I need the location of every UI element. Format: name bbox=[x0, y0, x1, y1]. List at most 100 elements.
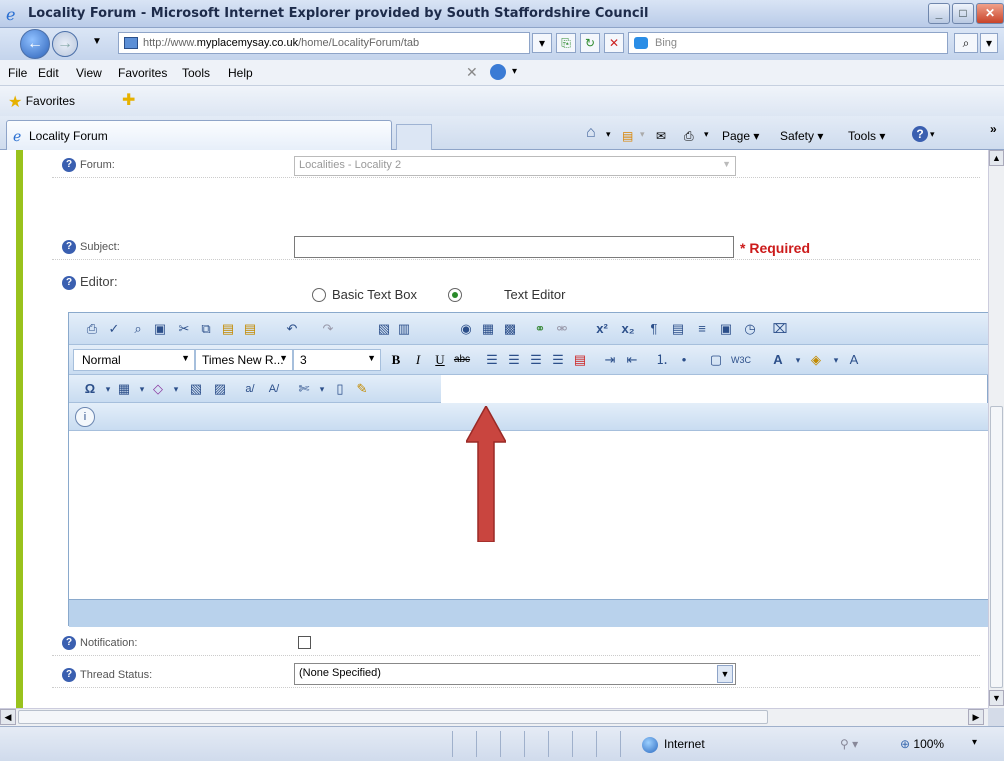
template-icon[interactable]: ▦ bbox=[479, 320, 497, 338]
unlink-icon[interactable]: ⚮ bbox=[553, 320, 571, 338]
table-icon[interactable]: ▦ bbox=[115, 380, 133, 398]
select-all-icon[interactable]: ▣ bbox=[151, 320, 169, 338]
size-select[interactable]: 3 ▼ bbox=[293, 349, 381, 371]
new-tab-button[interactable] bbox=[396, 124, 432, 150]
home-dropdown-icon[interactable]: ▾ bbox=[606, 129, 611, 140]
url-field[interactable]: http://www.myplacemysay.co.uk/home/Local… bbox=[118, 32, 530, 54]
scroll-left-icon[interactable]: ◀ bbox=[0, 709, 16, 725]
scroll-up-icon[interactable]: ▲ bbox=[989, 150, 1004, 166]
print-icon[interactable]: ⎙ bbox=[684, 129, 694, 144]
scroll-right-icon[interactable]: ▶ bbox=[968, 709, 984, 725]
editor-content-area[interactable] bbox=[69, 431, 988, 599]
close-button[interactable]: ✕ bbox=[976, 3, 1004, 24]
doc-manager-icon[interactable]: ▯ bbox=[331, 380, 349, 398]
search-icon[interactable]: ⌕ bbox=[954, 33, 978, 53]
align-right-icon[interactable]: ☰ bbox=[527, 351, 545, 369]
undo-icon[interactable]: ↶ bbox=[283, 320, 301, 338]
forward-button[interactable]: → bbox=[52, 31, 78, 57]
stop-icon[interactable]: ✕ bbox=[604, 33, 624, 53]
highlight-icon[interactable]: ◈ bbox=[807, 351, 825, 369]
convert-upper-icon[interactable]: A/ bbox=[265, 380, 283, 398]
notification-checkbox[interactable] bbox=[298, 636, 311, 649]
basic-text-radio[interactable] bbox=[312, 288, 326, 302]
superscript-icon[interactable]: x² bbox=[593, 320, 611, 338]
more-commands-icon[interactable]: » bbox=[990, 122, 997, 136]
align-none-icon[interactable]: ▤ bbox=[571, 351, 589, 369]
hscroll-thumb[interactable] bbox=[18, 710, 768, 724]
spellcheck-icon[interactable]: ✓ bbox=[105, 320, 123, 338]
font-color-dropdown-icon[interactable]: ▾ bbox=[789, 351, 807, 369]
chevron-down-icon[interactable]: ▾ bbox=[512, 66, 517, 77]
help-icon[interactable]: ? bbox=[62, 240, 76, 254]
compatibility-icon[interactable]: ⎘ bbox=[556, 33, 576, 53]
link-icon[interactable]: ⚭ bbox=[531, 320, 549, 338]
strikethrough-icon[interactable]: abc bbox=[453, 351, 471, 369]
paste-icon[interactable]: ▤ bbox=[219, 320, 237, 338]
convert-lower-icon[interactable]: a/ bbox=[241, 380, 259, 398]
scroll-thumb[interactable] bbox=[990, 406, 1003, 688]
menu-view[interactable]: View bbox=[76, 66, 102, 80]
help-icon[interactable]: ? bbox=[912, 126, 928, 142]
add-favorite-icon[interactable]: ✚ bbox=[122, 90, 135, 110]
thread-status-select[interactable]: (None Specified) ▼ bbox=[294, 663, 736, 685]
tab-locality-forum[interactable]: ℯ Locality Forum bbox=[6, 120, 392, 150]
insert-time-icon[interactable]: ◷ bbox=[741, 320, 759, 338]
xhtml-validator-icon[interactable]: W3C bbox=[731, 351, 751, 369]
zoom-control[interactable]: ⊕ 100% bbox=[900, 737, 944, 751]
search-options-icon[interactable]: ▾ bbox=[980, 33, 998, 53]
format-select[interactable]: Normal ▼ bbox=[73, 349, 195, 371]
insert-date-icon[interactable]: ▤ bbox=[669, 320, 687, 338]
format-stripper-icon[interactable]: ⌧ bbox=[771, 320, 789, 338]
help-icon[interactable]: ? bbox=[62, 276, 76, 290]
maximize-button[interactable]: □ bbox=[952, 3, 974, 24]
image-map-icon[interactable]: ▨ bbox=[211, 380, 229, 398]
print-icon[interactable]: ⎙ bbox=[83, 320, 101, 338]
subscript-icon[interactable]: x₂ bbox=[619, 320, 637, 338]
menu-help[interactable]: Help bbox=[228, 66, 253, 80]
font-select[interactable]: Times New R... ▼ bbox=[195, 349, 293, 371]
toggle-border-icon[interactable]: ▢ bbox=[707, 351, 725, 369]
copy-icon[interactable]: ⧉ bbox=[197, 320, 215, 338]
justify-icon[interactable]: ☰ bbox=[549, 351, 567, 369]
feeds-icon[interactable]: ▤ bbox=[622, 129, 633, 143]
outdent-icon[interactable]: ⇤ bbox=[623, 351, 641, 369]
flash-icon[interactable]: ▥ bbox=[395, 320, 413, 338]
bold-icon[interactable]: B bbox=[387, 351, 405, 369]
scroll-down-icon[interactable]: ▼ bbox=[989, 690, 1004, 706]
special-char-icon[interactable]: Ω bbox=[81, 380, 99, 398]
bulleted-list-icon[interactable]: • bbox=[675, 351, 693, 369]
edit-icon[interactable]: ✎ bbox=[353, 380, 371, 398]
menu-tools[interactable]: Tools bbox=[182, 66, 210, 80]
cut-icon[interactable]: ✂ bbox=[175, 320, 193, 338]
snippet-icon[interactable]: ◇ bbox=[149, 380, 167, 398]
indent-icon[interactable]: ⇥ bbox=[601, 351, 619, 369]
image-icon[interactable]: ▧ bbox=[375, 320, 393, 338]
refresh-icon[interactable]: ↻ bbox=[580, 33, 600, 53]
numbered-list-icon[interactable]: ⒈ bbox=[653, 351, 671, 369]
horizontal-scrollbar[interactable]: ◀ ▶ bbox=[0, 708, 988, 726]
menu-favorites[interactable]: Favorites bbox=[118, 66, 167, 80]
print-dropdown-icon[interactable]: ▾ bbox=[704, 129, 709, 140]
help-dropdown-icon[interactable]: ▾ bbox=[930, 129, 935, 140]
safety-menu[interactable]: Safety ▾ bbox=[780, 129, 823, 143]
protected-mode-icon[interactable]: ⚲ ▾ bbox=[840, 737, 858, 751]
paste-options-icon[interactable]: ▤ bbox=[241, 320, 259, 338]
find-icon[interactable]: ⌕ bbox=[129, 320, 147, 338]
mail-icon[interactable]: ✉ bbox=[656, 129, 666, 143]
menu-file[interactable]: File bbox=[8, 66, 27, 80]
align-left-icon[interactable]: ☰ bbox=[483, 351, 501, 369]
module-manager-icon[interactable]: ✄ bbox=[295, 380, 313, 398]
back-button[interactable]: ← bbox=[20, 29, 50, 59]
horizontal-rule-icon[interactable]: ≡ bbox=[693, 320, 711, 338]
favorites-button[interactable]: ★ Favorites bbox=[8, 92, 75, 112]
media-icon[interactable]: ◉ bbox=[457, 320, 475, 338]
highlight-dropdown-icon[interactable]: ▾ bbox=[827, 351, 845, 369]
page-menu[interactable]: Page ▾ bbox=[722, 129, 759, 143]
about-icon[interactable]: i bbox=[75, 407, 95, 427]
help-icon[interactable]: ? bbox=[62, 668, 76, 682]
close-toolbar-icon[interactable]: ✕ bbox=[466, 64, 478, 81]
module-dropdown-icon[interactable]: ▾ bbox=[313, 380, 331, 398]
font-color-icon[interactable]: A bbox=[769, 351, 787, 369]
italic-icon[interactable]: I bbox=[409, 351, 427, 369]
tools-menu[interactable]: Tools ▾ bbox=[848, 129, 885, 143]
